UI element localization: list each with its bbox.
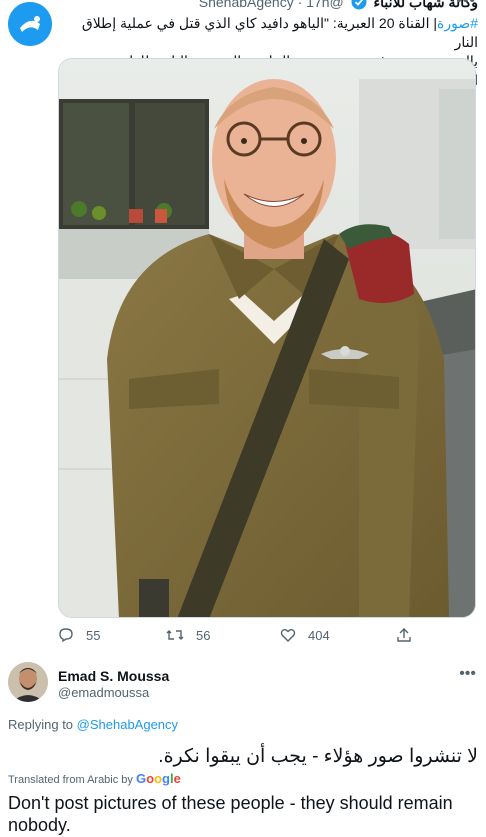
retweet-icon <box>166 630 184 640</box>
soldier-portrait-image <box>59 59 475 617</box>
reply-handle[interactable]: @emadmoussa <box>58 685 149 700</box>
reply-icon <box>59 628 73 643</box>
retweet-count: 56 <box>196 627 211 643</box>
reply-tweet-text: لا تنشروا صور هؤلاء - يجب أن يبقوا نكرة. <box>158 746 478 767</box>
source-time[interactable]: · 17h <box>298 0 330 10</box>
reply-count: 55 <box>86 627 101 643</box>
retweet-action[interactable]: 56 <box>166 627 210 643</box>
translation-text: Don't post pictures of these people - th… <box>8 793 453 835</box>
like-icon <box>280 629 296 642</box>
more-icon[interactable]: ••• <box>456 0 476 10</box>
replying-prefix: Replying to <box>8 717 77 732</box>
replying-to: Replying to @ShehabAgency <box>8 717 178 732</box>
google-logo: Google <box>135 771 181 786</box>
tweet-photo[interactable] <box>58 58 476 618</box>
emad-moussa-avatar[interactable] <box>8 662 48 702</box>
translated-by-label[interactable]: Translated from Arabic by Google <box>8 771 181 786</box>
more-icon[interactable]: ••• <box>459 665 476 683</box>
like-count: 404 <box>308 627 330 643</box>
tweet-text-line1: | القناة 20 العبرية: "الياهو دافيد كاي ا… <box>81 15 478 50</box>
replying-to-link[interactable]: @ShehabAgency <box>77 717 178 732</box>
share-icon <box>397 628 411 642</box>
reply-display-name[interactable]: Emad S. Moussa <box>58 668 169 684</box>
translated-from-text: Translated from Arabic by <box>8 774 136 786</box>
like-action[interactable]: 404 <box>280 627 330 643</box>
source-tweet-header: وكالة شهاب للأنباء @ShehabAgency · 17h <box>60 0 478 12</box>
verified-icon <box>351 0 367 13</box>
share-action[interactable] <box>396 627 412 643</box>
reply-action[interactable]: 55 <box>58 627 100 643</box>
hashtag-link[interactable]: #صورة <box>437 15 478 31</box>
shehab-agency-avatar[interactable] <box>8 2 52 46</box>
